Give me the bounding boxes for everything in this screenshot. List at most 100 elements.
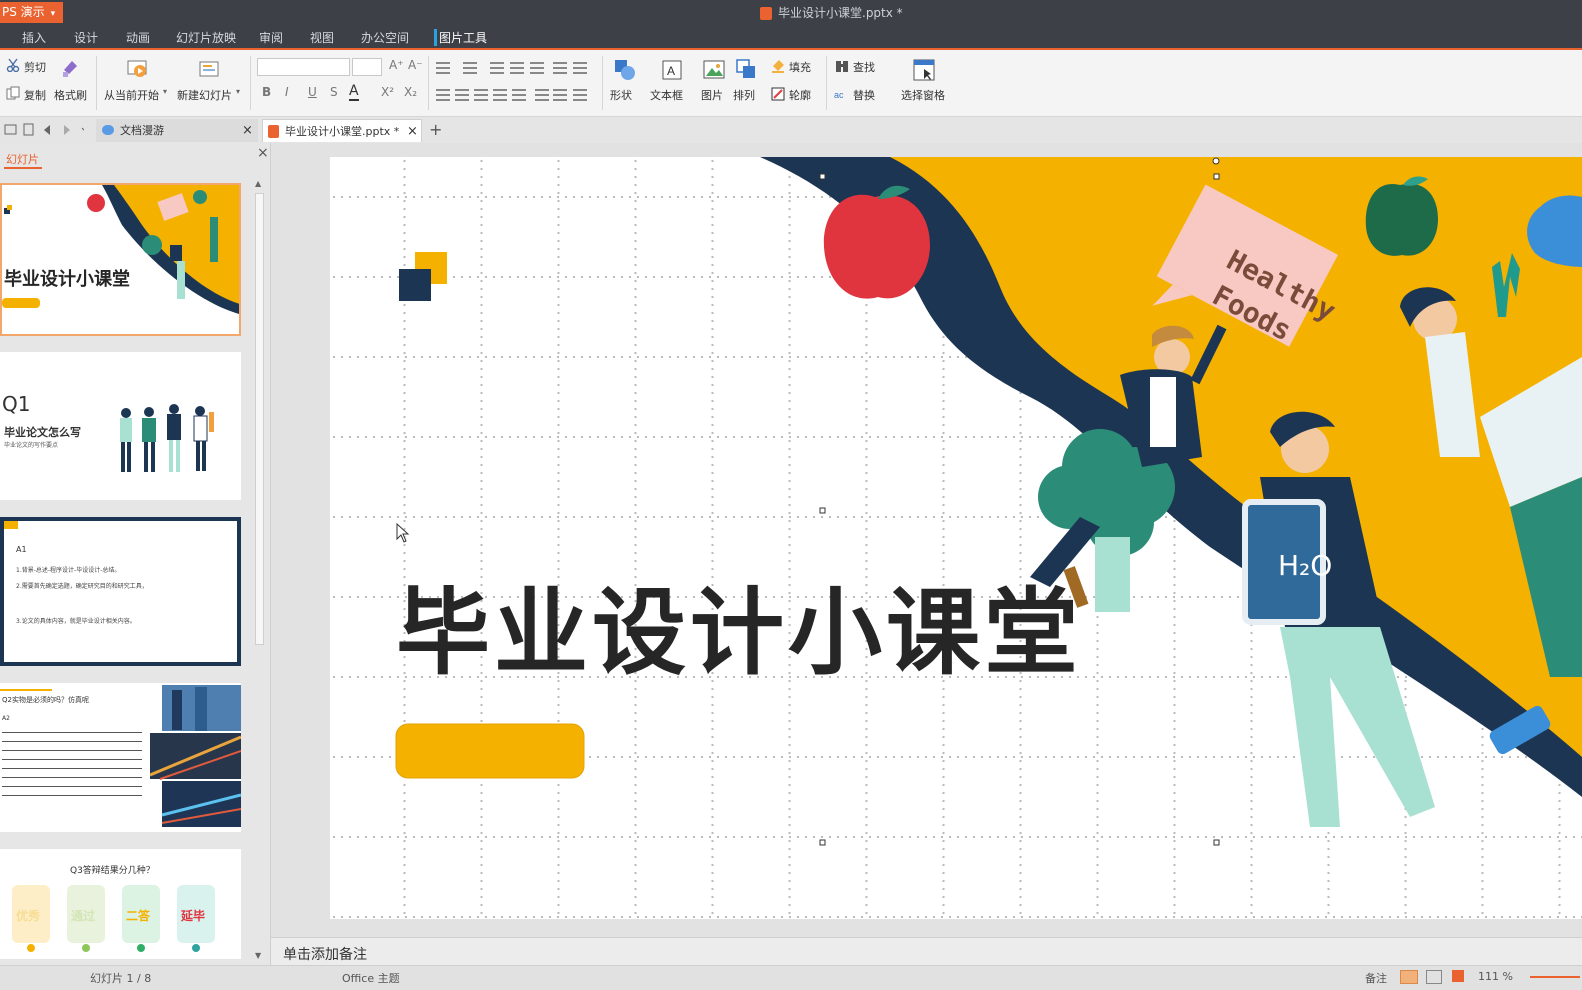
thumbnail-3-accent	[4, 521, 18, 529]
menu-design[interactable]: 设计	[74, 29, 98, 46]
separator	[602, 56, 603, 110]
format-painter-icon[interactable]	[60, 58, 80, 78]
play-from-current-icon	[127, 60, 147, 77]
superscript-button[interactable]: X²	[381, 85, 394, 99]
increase-indent-icon[interactable]	[510, 62, 524, 74]
tab-document-label: 毕业设计小课堂.pptx *	[285, 125, 400, 138]
new-slide-icon	[199, 61, 219, 77]
decrease-indent-icon[interactable]	[490, 62, 504, 74]
tab-document[interactable]: 毕业设计小课堂.pptx * ×	[262, 119, 422, 142]
zoom-slider[interactable]	[1530, 976, 1580, 978]
panel-title[interactable]: 幻灯片	[6, 151, 39, 167]
zoom-level[interactable]: 111 %	[1478, 970, 1513, 983]
title-bar: PS 演示 ▾ 毕业设计小课堂.pptx *	[0, 0, 1582, 26]
menu-slideshow[interactable]: 幻灯片放映	[176, 29, 236, 46]
tab-cloud[interactable]: 文档漫游 ×	[96, 119, 258, 142]
align-right-icon[interactable]	[474, 89, 488, 101]
text-direction-icon[interactable]	[530, 62, 544, 74]
distribute-icon[interactable]	[512, 89, 526, 101]
find-button[interactable]: 查找	[853, 59, 875, 75]
outline-button[interactable]: 轮廓	[789, 87, 811, 103]
font-name-field[interactable]	[257, 58, 350, 76]
app-menu-button[interactable]: PS 演示 ▾	[0, 2, 63, 23]
thumbnail-5-item-2: 通过	[71, 909, 96, 923]
menu-view[interactable]: 视图	[310, 29, 334, 46]
fill-button[interactable]: 填充	[789, 59, 811, 75]
chevron-down-icon: ▾	[50, 9, 56, 19]
scroll-down-arrow[interactable]: ▼	[255, 951, 261, 960]
thumbnail-4-body-text	[2, 727, 142, 797]
grow-font-button[interactable]: A⁺	[389, 58, 404, 72]
font-color-button[interactable]: A	[349, 83, 359, 101]
italic-button[interactable]: I	[285, 85, 289, 99]
notes-toggle[interactable]: 备注	[1365, 970, 1387, 986]
strikethrough-button[interactable]: S	[330, 85, 338, 99]
underline-button[interactable]: U	[308, 85, 317, 99]
thumbnail-2-title: Q1	[2, 392, 31, 416]
thumbnail-5-card-3: 二答	[122, 885, 160, 943]
theme-name: Office 主题	[342, 972, 400, 985]
quick-access-icons[interactable]	[4, 122, 84, 138]
slide-thumbnail-4[interactable]: Q2实物是必须的吗？仿真呢 A2	[0, 683, 241, 832]
slide-canvas[interactable]: Healthy Foods H₂O 毕业设计小课堂	[330, 157, 1582, 919]
align-text-icon[interactable]	[573, 62, 587, 74]
play-from-current-button[interactable]: 从当前开始	[104, 87, 159, 103]
svg-text:A: A	[667, 64, 675, 78]
thumbnail-2-subtitle: 毕业论文怎么写	[4, 426, 81, 439]
textbox-button[interactable]: 文本框	[650, 87, 683, 103]
paragraph-spacing-icon[interactable]	[553, 89, 567, 101]
line-spacing-icon[interactable]	[535, 89, 549, 101]
align-left-icon[interactable]	[436, 89, 450, 101]
separator	[250, 56, 251, 110]
slide-thumbnail-5[interactable]: Q3答辩结果分几种？ 优秀 通过 二答 延毕	[0, 849, 241, 959]
menu-picture-tools[interactable]: 图片工具	[434, 29, 487, 46]
normal-view-icon[interactable]	[1400, 970, 1418, 984]
select-pane-button[interactable]: 选择窗格	[901, 87, 945, 103]
close-icon[interactable]: ×	[407, 120, 418, 143]
columns-icon[interactable]	[553, 62, 567, 74]
number-list-icon[interactable]	[463, 62, 477, 74]
separator	[428, 56, 429, 110]
bold-button[interactable]: B	[262, 85, 271, 99]
arrange-button[interactable]: 排列	[733, 87, 755, 103]
picture-icon	[703, 60, 725, 79]
menu-office-space[interactable]: 办公空间	[361, 29, 409, 46]
replace-button[interactable]: 替换	[853, 87, 875, 103]
shrink-font-button[interactable]: A⁻	[408, 58, 423, 72]
slide-thumbnail-3[interactable]: A1 1.背景-总述-程序设计-毕设设计-总结。 2.需要首先确定选题，确定研究…	[0, 517, 241, 666]
slide-title[interactable]: 毕业设计小课堂	[396, 557, 1082, 693]
cut-button[interactable]: 剪切	[24, 59, 46, 75]
location-pin-icons	[27, 944, 200, 952]
slide-illustration	[395, 157, 1582, 846]
menu-animation[interactable]: 动画	[126, 29, 150, 46]
scroll-up-arrow[interactable]: ▲	[255, 179, 261, 188]
shape-button[interactable]: 形状	[610, 87, 632, 103]
justify-icon[interactable]	[493, 89, 507, 101]
paragraph-settings-icon[interactable]	[573, 89, 587, 101]
subscript-button[interactable]: X₂	[404, 85, 417, 99]
notes-placeholder[interactable]: 单击添加备注	[283, 944, 367, 964]
notes-pane[interactable]: 单击添加备注	[271, 937, 1582, 966]
scrollbar-thumb[interactable]	[255, 193, 264, 645]
slide-thumbnail-1[interactable]: 毕业设计小课堂	[0, 183, 241, 336]
chevron-down-icon[interactable]: ▾	[236, 87, 240, 96]
close-panel-button[interactable]: ×	[257, 145, 269, 161]
format-painter-button[interactable]: 格式刷	[54, 87, 87, 103]
picture-button[interactable]: 图片	[701, 87, 723, 103]
chevron-down-icon[interactable]: ▾	[163, 87, 167, 96]
close-icon[interactable]: ×	[242, 119, 253, 142]
menu-insert[interactable]: 插入	[22, 29, 46, 46]
slideshow-view-icon[interactable]	[1452, 970, 1464, 982]
outline-icon	[771, 87, 785, 101]
copy-button[interactable]: 复制	[24, 87, 46, 103]
new-slide-button[interactable]: 新建幻灯片	[177, 87, 232, 103]
slide-thumbnail-2[interactable]: Q1 毕业论文怎么写 毕业论文的写作要点	[0, 352, 241, 500]
new-tab-button[interactable]: +	[429, 120, 442, 139]
bullet-list-icon[interactable]	[436, 62, 450, 74]
shape-icon	[615, 60, 635, 80]
thumbnail-5-card-1: 优秀	[12, 885, 50, 943]
sorter-view-icon[interactable]	[1426, 970, 1442, 984]
menu-review[interactable]: 审阅	[259, 29, 283, 46]
align-center-icon[interactable]	[455, 89, 469, 101]
font-size-field[interactable]	[352, 58, 382, 76]
